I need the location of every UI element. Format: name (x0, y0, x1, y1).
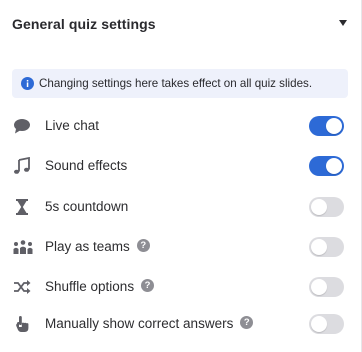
toggle-knob (311, 279, 327, 295)
shuffle-icon (12, 278, 32, 296)
info-banner-text: Changing settings here takes effect on a… (39, 77, 313, 90)
settings-header[interactable]: General quiz settings (0, 0, 361, 50)
toggle-knob (311, 316, 327, 332)
setting-label: Sound effects (45, 158, 128, 173)
team-icon (12, 238, 33, 256)
quiz-settings-panel: General quiz settings Changing settings … (0, 0, 362, 352)
setting-row-manually-show-answers: Manually show correct answers? (0, 310, 361, 338)
toggle-knob (311, 199, 327, 215)
help-icon[interactable]: ? (240, 316, 254, 329)
help-icon[interactable]: ? (136, 239, 150, 252)
caret-down-icon[interactable] (339, 20, 347, 26)
help-icon[interactable]: ? (141, 279, 155, 292)
help-glyph: ? (140, 240, 147, 251)
setting-row-shuffle-options: Shuffle options? (0, 273, 361, 301)
toggle-knob (326, 158, 342, 174)
setting-label-with-help: Shuffle options? (45, 279, 155, 294)
play-as-teams-toggle[interactable] (309, 237, 344, 257)
setting-row-play-as-teams: Play as teams? (0, 233, 361, 261)
setting-label: Manually show correct answers (45, 316, 234, 331)
help-glyph: ? (243, 317, 250, 328)
settings-title: General quiz settings (12, 16, 156, 32)
setting-row-sound-effects: Sound effects (0, 152, 361, 180)
pointing-hand-icon (12, 315, 32, 333)
setting-row-countdown: 5s countdown (0, 193, 361, 221)
setting-label-with-help: Play as teams? (45, 239, 150, 254)
setting-label: Shuffle options (45, 279, 135, 294)
sound-effects-toggle[interactable] (309, 156, 344, 176)
chat-bubble-icon (12, 117, 32, 135)
music-note-icon (12, 157, 32, 175)
hourglass-icon (12, 198, 32, 216)
shuffle-options-toggle[interactable] (309, 277, 344, 297)
setting-label: 5s countdown (45, 199, 129, 214)
info-banner: Changing settings here takes effect on a… (12, 69, 348, 98)
toggle-knob (326, 118, 342, 134)
setting-row-live-chat: Live chat (0, 112, 361, 140)
countdown-toggle[interactable] (309, 197, 344, 217)
toggle-knob (311, 239, 327, 255)
manually-show-answers-toggle[interactable] (309, 314, 344, 334)
live-chat-toggle[interactable] (309, 116, 344, 136)
setting-label: Play as teams (45, 239, 130, 254)
help-glyph: ? (144, 280, 151, 291)
info-icon (21, 77, 34, 90)
setting-label: Live chat (45, 118, 100, 133)
setting-label-with-help: Manually show correct answers? (45, 316, 254, 331)
